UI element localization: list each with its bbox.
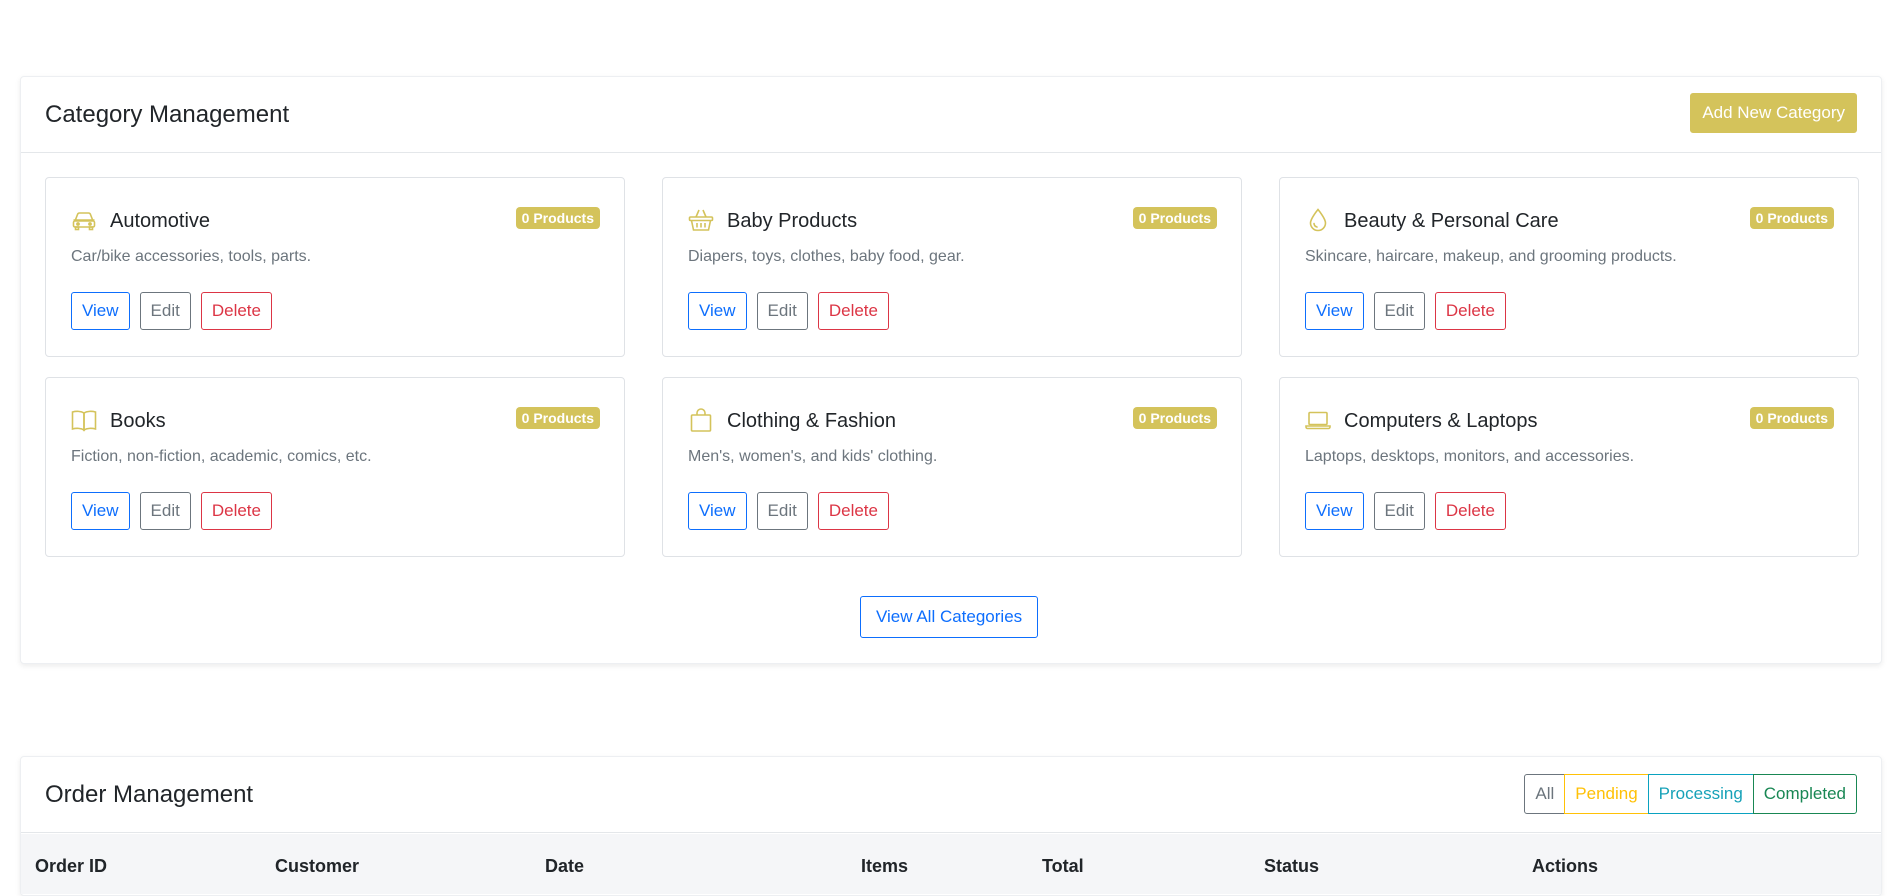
edit-button[interactable]: Edit: [139, 492, 191, 530]
category-card-clothing-fashion: Clothing & Fashion 0 Products Men's, wom…: [662, 377, 1242, 557]
product-count-badge: 0 Products: [515, 207, 600, 229]
category-card-books: Books 0 Products Fiction, non-fiction, a…: [45, 377, 625, 557]
add-new-category-button[interactable]: Add New Category: [1690, 93, 1857, 133]
delete-button[interactable]: Delete: [1434, 492, 1506, 530]
category-card-beauty-personal-care: Beauty & Personal Care 0 Products Skinca…: [1279, 177, 1859, 357]
filter-completed-button[interactable]: Completed: [1752, 774, 1857, 814]
book-icon: [70, 406, 98, 434]
product-count-badge: 0 Products: [1132, 407, 1217, 429]
category-actions: View Edit Delete: [71, 292, 272, 330]
category-card-baby-products: Baby Products 0 Products Diapers, toys, …: [662, 177, 1242, 357]
product-count-badge: 0 Products: [515, 407, 600, 429]
view-button[interactable]: View: [71, 492, 130, 530]
category-grid: Automotive 0 Products Car/bike accessori…: [45, 177, 1859, 557]
column-header-total[interactable]: Total: [1042, 856, 1084, 877]
product-count-badge: 0 Products: [1132, 207, 1217, 229]
category-description: Car/bike accessories, tools, parts.: [71, 248, 312, 265]
category-actions: View Edit Delete: [1305, 492, 1506, 530]
category-actions: View Edit Delete: [1305, 292, 1506, 330]
delete-button[interactable]: Delete: [817, 492, 889, 530]
product-count-badge: 0 Products: [1749, 207, 1834, 229]
edit-button[interactable]: Edit: [756, 492, 808, 530]
category-actions: View Edit Delete: [71, 492, 272, 530]
view-button[interactable]: View: [1305, 492, 1364, 530]
edit-button[interactable]: Edit: [1373, 292, 1425, 330]
view-button[interactable]: View: [1305, 292, 1364, 330]
filter-processing-button[interactable]: Processing: [1647, 774, 1754, 814]
category-name: Computers & Laptops: [1344, 410, 1538, 432]
filter-pending-button[interactable]: Pending: [1564, 774, 1649, 814]
order-card-header: Order Management All Pending Processing …: [21, 757, 1881, 833]
view-button[interactable]: View: [71, 292, 130, 330]
column-header-status[interactable]: Status: [1264, 856, 1319, 877]
order-status-filter-group: All Pending Processing Completed: [1524, 774, 1857, 814]
category-description: Men's, women's, and kids' clothing.: [688, 448, 938, 465]
column-header-actions: Actions: [1532, 856, 1599, 876]
category-name: Books: [110, 410, 166, 432]
droplet-icon: [1304, 206, 1332, 234]
basket-icon: [687, 206, 715, 234]
view-button[interactable]: View: [688, 292, 747, 330]
category-card-header: Category Management Add New Category: [21, 77, 1881, 153]
laptop-icon: [1304, 406, 1332, 434]
delete-button[interactable]: Delete: [200, 292, 272, 330]
filter-all-button[interactable]: All: [1524, 774, 1566, 814]
view-all-categories-button[interactable]: View All Categories: [860, 596, 1039, 638]
category-name: Automotive: [110, 210, 211, 232]
category-description: Fiction, non-fiction, academic, comics, …: [71, 448, 372, 465]
orders-table-header: Order ID Customer Date Items Total Statu…: [21, 834, 1881, 894]
category-actions: View Edit Delete: [688, 292, 889, 330]
delete-button[interactable]: Delete: [1434, 292, 1506, 330]
delete-button[interactable]: Delete: [200, 492, 272, 530]
edit-button[interactable]: Edit: [139, 292, 191, 330]
order-management-card: Order Management All Pending Processing …: [20, 756, 1882, 896]
order-section-title: Order Management: [45, 781, 254, 808]
category-actions: View Edit Delete: [688, 492, 889, 530]
category-section-title: Category Management: [45, 101, 290, 128]
category-description: Laptops, desktops, monitors, and accesso…: [1305, 448, 1635, 465]
column-header-order-id[interactable]: Order ID: [35, 856, 107, 877]
delete-button[interactable]: Delete: [817, 292, 889, 330]
column-header-date[interactable]: Date: [545, 856, 584, 877]
edit-button[interactable]: Edit: [1373, 492, 1425, 530]
view-button[interactable]: View: [688, 492, 747, 530]
category-management-card: Category Management Add New Category Aut…: [20, 76, 1882, 664]
column-header-items[interactable]: Items: [861, 856, 908, 877]
bag-icon: [687, 406, 715, 434]
product-count-badge: 0 Products: [1749, 407, 1834, 429]
category-description: Skincare, haircare, makeup, and grooming…: [1305, 248, 1677, 265]
category-name: Beauty & Personal Care: [1344, 210, 1559, 232]
category-name: Clothing & Fashion: [727, 410, 896, 432]
category-name: Baby Products: [727, 210, 858, 232]
column-header-customer[interactable]: Customer: [275, 856, 359, 877]
edit-button[interactable]: Edit: [756, 292, 808, 330]
category-card-automotive: Automotive 0 Products Car/bike accessori…: [45, 177, 625, 357]
car-icon: [70, 206, 98, 234]
category-card-computers-laptops: Computers & Laptops 0 Products Laptops, …: [1279, 377, 1859, 557]
category-description: Diapers, toys, clothes, baby food, gear.: [688, 248, 965, 265]
